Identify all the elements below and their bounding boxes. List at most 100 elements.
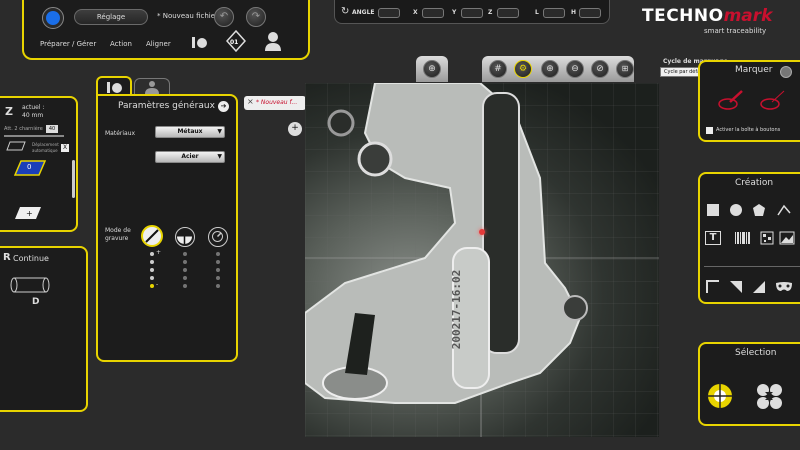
intensity-column-1[interactable]: + - xyxy=(150,249,164,292)
angle-label: ANGLE xyxy=(352,9,375,16)
datamatrix-tool-icon[interactable] xyxy=(758,229,776,247)
move-shape-icon xyxy=(6,141,26,151)
params-tab-active[interactable] xyxy=(96,76,132,96)
camera-settings-button[interactable]: ⚙ xyxy=(514,60,532,78)
add-file-button[interactable]: + xyxy=(288,122,302,136)
mode-diagonal-button[interactable] xyxy=(141,225,163,247)
preparer-menu[interactable]: Préparer / Gérer xyxy=(40,40,96,48)
deplacement-checkbox[interactable]: X xyxy=(61,144,69,152)
record-button[interactable] xyxy=(42,7,64,29)
undo-button[interactable]: ↶ xyxy=(214,7,234,27)
z-actual-label: actuel : xyxy=(22,104,45,111)
select-center-button[interactable] xyxy=(706,382,734,410)
params-next-button[interactable]: ➔ xyxy=(218,101,229,112)
gauge-icon xyxy=(212,231,223,242)
z-field-input[interactable]: 40 xyxy=(46,125,58,133)
button-box-checkbox[interactable] xyxy=(706,127,713,134)
material-select[interactable]: Métaux ▼ xyxy=(155,126,225,138)
close-tab-icon[interactable]: × xyxy=(247,97,254,106)
target-select-icon xyxy=(706,382,734,410)
mask-tool-icon[interactable] xyxy=(775,278,793,296)
aligner-menu[interactable]: Aligner xyxy=(146,40,171,48)
mode-half-button[interactable] xyxy=(175,227,195,247)
zoom-reset-icon: ⊞ xyxy=(621,64,629,73)
intensity-dot xyxy=(216,268,220,272)
marquer-settings-button[interactable] xyxy=(780,66,792,78)
continue-panel xyxy=(0,246,88,412)
laser-mark-button[interactable] xyxy=(718,88,746,110)
laser-test-button[interactable] xyxy=(760,88,788,110)
grid-button[interactable]: # xyxy=(489,60,507,78)
logo-italic: mark xyxy=(723,6,773,26)
intensity-dot xyxy=(183,284,187,288)
pin-tool-icon[interactable] xyxy=(190,34,208,50)
creation-title: Création xyxy=(735,178,774,188)
barcode-tool-icon[interactable] xyxy=(734,229,752,247)
x-input[interactable] xyxy=(422,8,444,18)
new-file-label: * Nouveau fichier xyxy=(157,12,218,20)
mode-gauge-button[interactable] xyxy=(208,227,228,247)
zoom-reset-button[interactable]: ⊞ xyxy=(616,60,634,78)
action-menu[interactable]: Action xyxy=(110,40,132,48)
plus-icon: + xyxy=(291,123,299,133)
user-icon[interactable] xyxy=(264,31,282,51)
target-icon: ⊕ xyxy=(428,64,436,74)
logo-bold: TECHNO xyxy=(642,6,724,26)
undo-icon: ↶ xyxy=(219,11,229,22)
polygon-tool-icon[interactable] xyxy=(750,201,768,219)
refresh-icon[interactable]: ↻ xyxy=(341,6,349,17)
z-field-label: Att. 2 charnière xyxy=(4,126,43,132)
intensity-dot xyxy=(150,276,154,280)
circle-tool-icon[interactable] xyxy=(727,201,745,219)
laser-pen-icon xyxy=(718,90,743,110)
material-value: Métaux xyxy=(177,128,203,135)
triangle-tool-icon[interactable] xyxy=(727,278,745,296)
h-input[interactable] xyxy=(579,8,601,18)
file-tab[interactable]: × * Nouveau f... xyxy=(244,96,306,110)
image-tool-icon[interactable] xyxy=(778,229,796,247)
button-box-label: Activer la boîte à boutons xyxy=(716,127,781,133)
z-scrollbar[interactable] xyxy=(72,160,75,198)
chevron-down-icon: ▼ xyxy=(217,153,222,160)
zoom-out-button[interactable]: ⊖ xyxy=(566,60,584,78)
line-tool-icon[interactable] xyxy=(775,201,793,219)
select-multiple-button[interactable] xyxy=(752,380,786,412)
z-zero-button[interactable]: 0 xyxy=(13,160,47,176)
wedge-tool-icon[interactable] xyxy=(750,278,768,296)
diameter-label: D xyxy=(32,297,40,307)
counter-button[interactable]: 01 xyxy=(225,29,247,53)
diagonal-icon xyxy=(145,229,159,243)
reglage-button[interactable]: Réglage xyxy=(74,9,148,25)
z-coord-label: Z xyxy=(488,9,493,16)
l-input[interactable] xyxy=(543,8,565,18)
frame-tool-icon[interactable] xyxy=(704,278,722,296)
counter-badge: 01 xyxy=(230,39,239,46)
z-slider-track[interactable] xyxy=(4,135,64,137)
intensity-column-3[interactable] xyxy=(216,252,226,292)
camera-view[interactable]: 200217-16:02 xyxy=(305,83,659,437)
y-input[interactable] xyxy=(461,8,483,18)
cylinder-icon xyxy=(10,276,50,294)
intensity-dot xyxy=(150,252,154,256)
submaterial-value: Acier xyxy=(181,153,199,160)
target-button[interactable]: ⊕ xyxy=(423,60,441,78)
square-tool-icon[interactable] xyxy=(704,201,722,219)
text-tool-icon[interactable]: T xyxy=(704,229,722,247)
intensity-dot xyxy=(183,268,187,272)
redo-button[interactable]: ↷ xyxy=(246,7,266,27)
z-add-button[interactable]: + xyxy=(14,206,42,220)
zoom-fit-button[interactable]: ⊘ xyxy=(591,60,609,78)
zoom-in-button[interactable]: ⊕ xyxy=(541,60,559,78)
laser-pointer-icon xyxy=(479,229,485,235)
intensity-dot xyxy=(216,260,220,264)
intensity-column-2[interactable] xyxy=(183,252,193,292)
continue-title: Continue xyxy=(13,254,49,263)
grid-icon: # xyxy=(494,64,502,74)
intensity-dot-active xyxy=(150,284,154,288)
submaterial-select[interactable]: Acier ▼ xyxy=(155,151,225,163)
angle-input[interactable] xyxy=(378,8,400,18)
zoom-fit-icon: ⊘ xyxy=(596,64,604,74)
z-input[interactable] xyxy=(497,8,519,18)
intensity-dot xyxy=(216,276,220,280)
z-zero-label: 0 xyxy=(27,163,32,171)
